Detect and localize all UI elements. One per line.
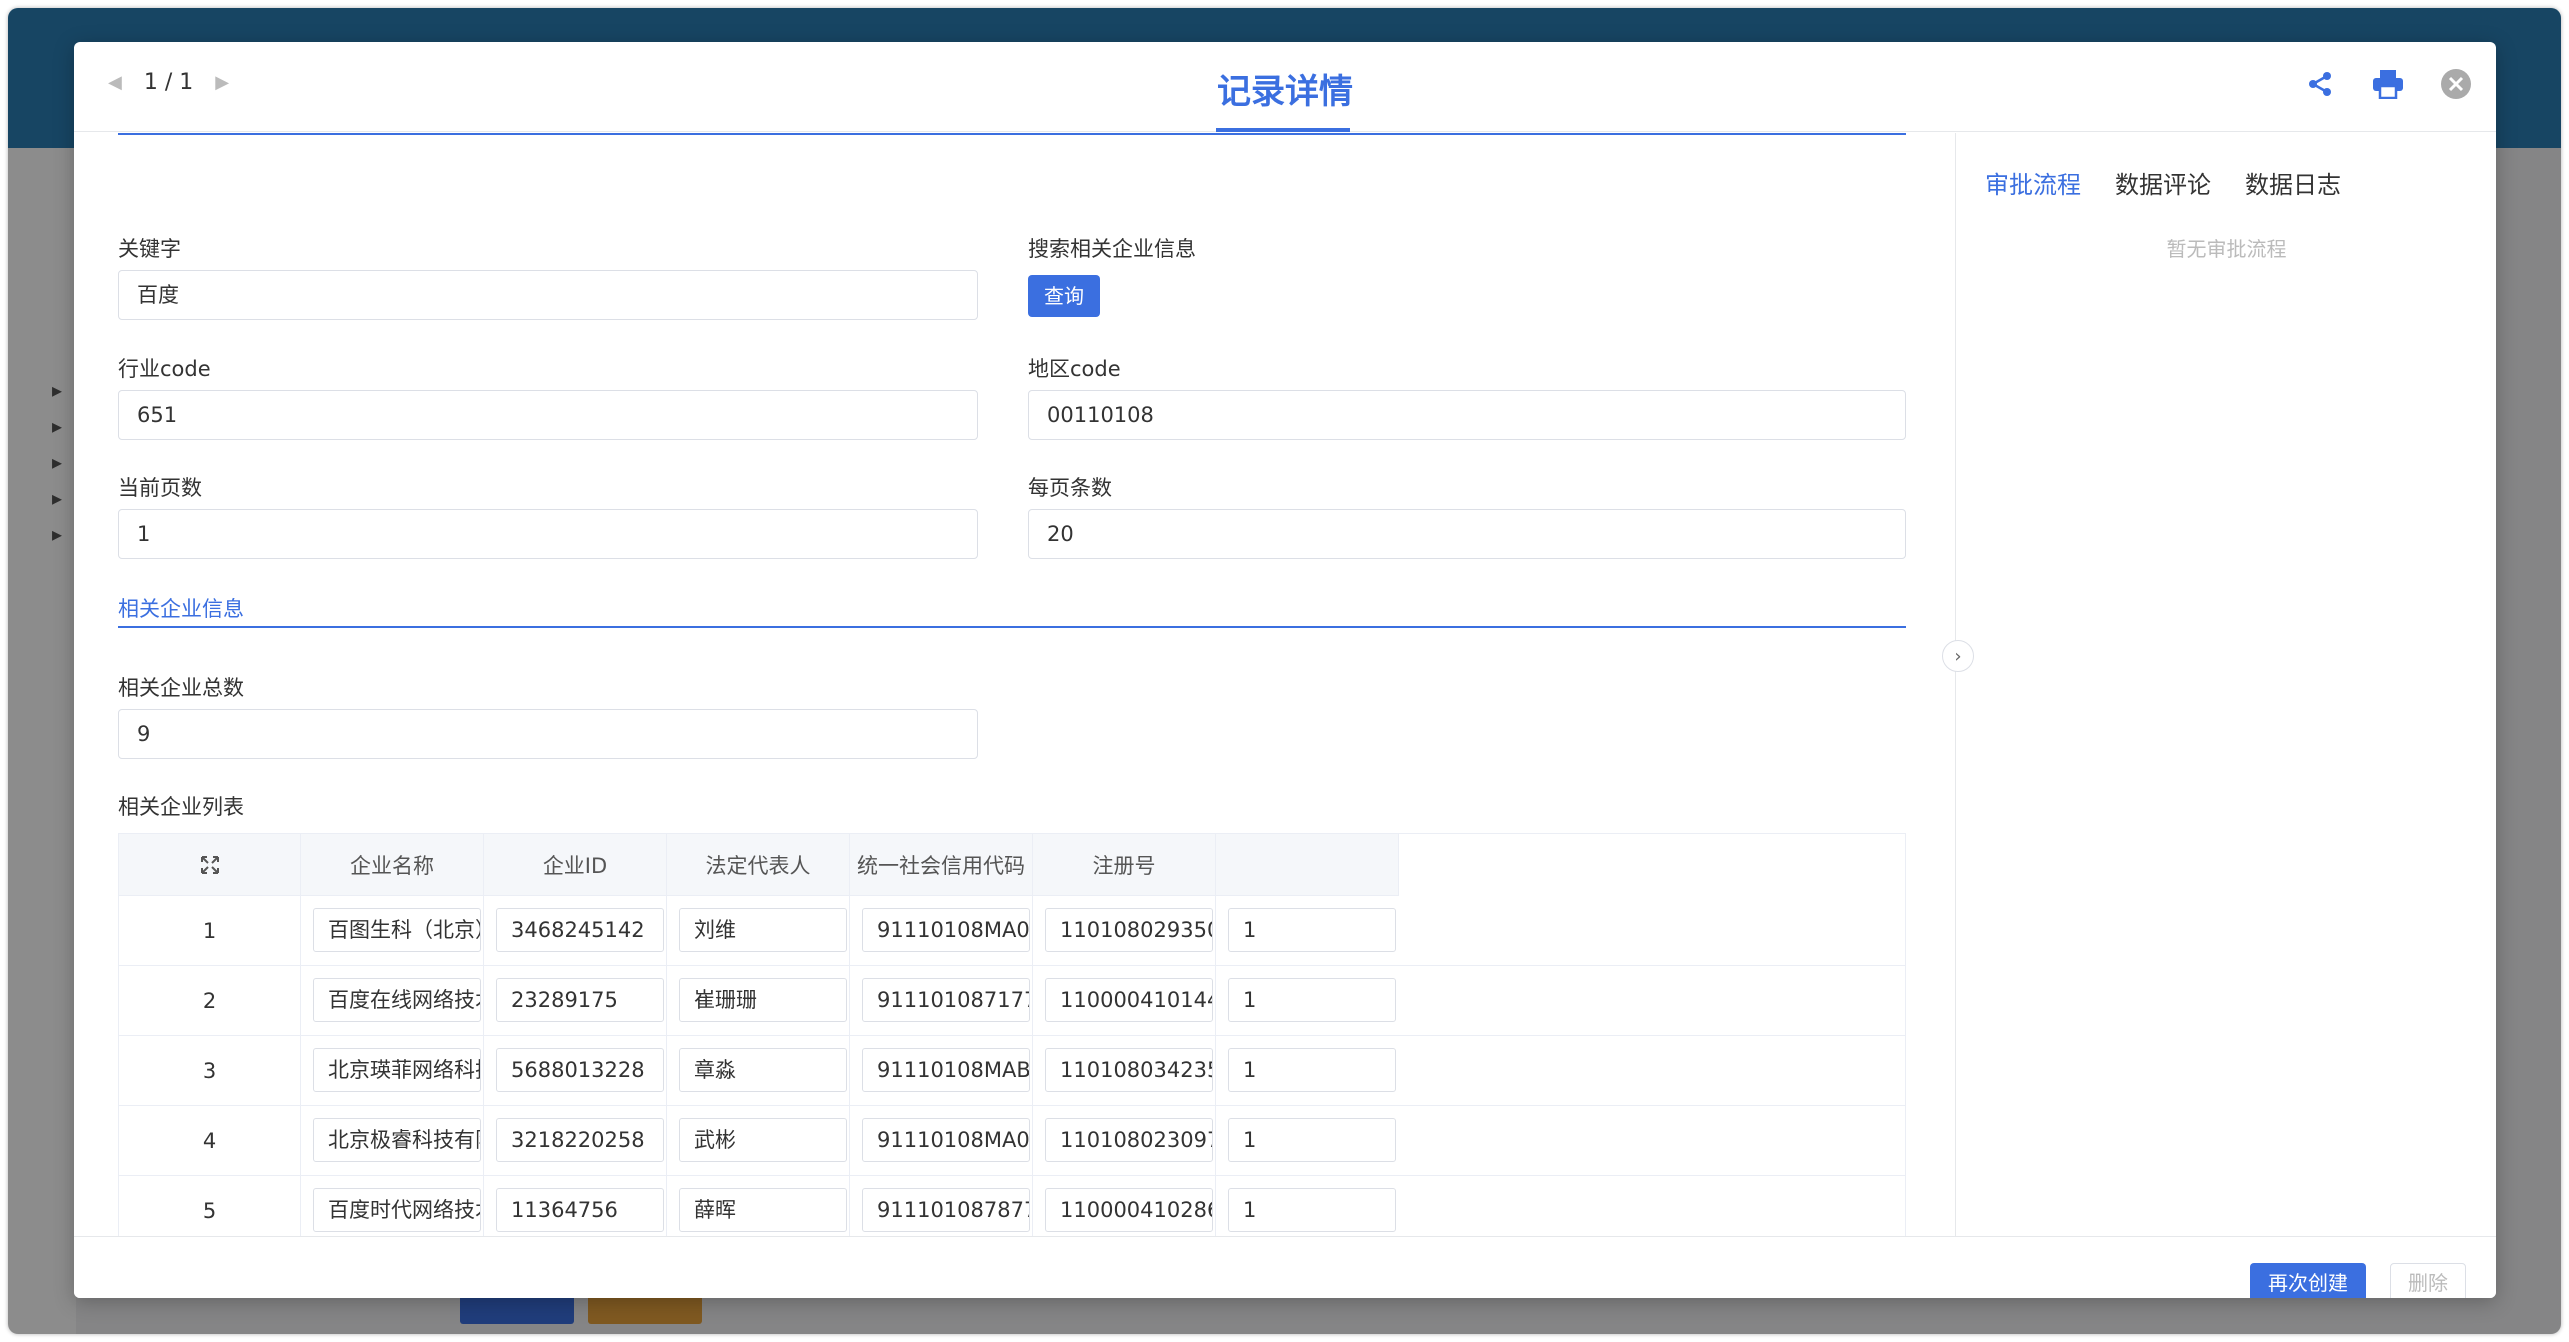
total-field[interactable]: 9: [118, 709, 978, 759]
column-header[interactable]: 统一社会信用代码: [850, 834, 1033, 896]
company-table: 企业名称 企业ID 法定代表人 统一社会信用代码 注册号 1 百图生科（北京）智…: [118, 833, 1906, 1237]
extra-field[interactable]: 1: [1228, 978, 1396, 1022]
company-id-field[interactable]: 11364756: [496, 1188, 664, 1232]
credit-code-field[interactable]: 91110108717743469K: [862, 978, 1030, 1022]
delete-button[interactable]: 删除: [2390, 1263, 2466, 1298]
section-divider: [118, 133, 1906, 135]
industry-code-label: 行业code: [118, 357, 211, 381]
keyword-label: 关键字: [118, 237, 181, 261]
reg-number-field[interactable]: 110000410286359: [1045, 1188, 1213, 1232]
table-row: 2 百度在线网络技术（北京） 23289175 崔珊珊 911101087177…: [119, 966, 1905, 1036]
tab-data-log[interactable]: 数据日志: [2245, 165, 2341, 200]
column-header[interactable]: 注册号: [1033, 834, 1216, 896]
reg-number-field[interactable]: 110108023097164: [1045, 1118, 1213, 1162]
company-list-label: 相关企业列表: [118, 795, 244, 819]
column-header[interactable]: 法定代表人: [667, 834, 850, 896]
per-page-field[interactable]: 20: [1028, 509, 1906, 559]
reg-number-field[interactable]: 110108029350468: [1045, 908, 1213, 952]
search-label: 搜索相关企业信息: [1028, 237, 1196, 261]
row-index: 5: [119, 1176, 301, 1237]
company-name-field[interactable]: 北京瑛菲网络科技有限公司: [313, 1048, 481, 1092]
tab-data-comments[interactable]: 数据评论: [2115, 165, 2211, 200]
table-row: 5 百度时代网络技术（北京） 11364756 薛晖 9111010878775…: [119, 1176, 1905, 1237]
side-panel: 审批流程 数据评论 数据日志 暂无审批流程: [1957, 133, 2496, 1237]
extra-field[interactable]: 1: [1228, 1188, 1396, 1232]
company-name-field[interactable]: 北京极睿科技有限责任公司: [313, 1118, 481, 1162]
current-page-field[interactable]: 1: [118, 509, 978, 559]
column-header[interactable]: 企业名称: [301, 834, 484, 896]
reg-number-field[interactable]: 110000410144104: [1045, 978, 1213, 1022]
legal-rep-field[interactable]: 武彬: [679, 1118, 847, 1162]
legal-rep-field[interactable]: 崔珊珊: [679, 978, 847, 1022]
current-page-label: 当前页数: [118, 476, 202, 500]
section-divider: [118, 626, 1906, 628]
table-row: 1 百图生科（北京）智能技术 3468245142 刘维 91110108MA0…: [119, 896, 1905, 966]
share-icon[interactable]: [2302, 66, 2338, 102]
credit-code-field[interactable]: 911101087877515792: [862, 1188, 1030, 1232]
total-label: 相关企业总数: [118, 676, 244, 700]
side-tabs: 审批流程 数据评论 数据日志: [1985, 165, 2341, 200]
company-id-field[interactable]: 3218220258: [496, 1118, 664, 1162]
extra-field[interactable]: 1: [1228, 1048, 1396, 1092]
region-code-label: 地区code: [1028, 357, 1121, 381]
credit-code-field[interactable]: 91110108MA01UDXK04: [862, 908, 1030, 952]
extra-field[interactable]: 1: [1228, 908, 1396, 952]
company-id-field[interactable]: 5688013228: [496, 1048, 664, 1092]
per-page-label: 每页条数: [1028, 476, 1112, 500]
legal-rep-field[interactable]: 刘维: [679, 908, 847, 952]
record-detail-modal: ◀ 1 / 1 ▶ 记录详情 关键字 百度 搜索相关企业信息 查询 行业code…: [74, 42, 2496, 1298]
print-icon[interactable]: [2370, 66, 2406, 102]
row-index: 3: [119, 1036, 301, 1106]
company-id-field[interactable]: 3468245142: [496, 908, 664, 952]
header-actions: [2302, 66, 2474, 102]
credit-code-field[interactable]: 91110108MA00CK5M9E: [862, 1118, 1030, 1162]
modal-header: ◀ 1 / 1 ▶ 记录详情: [74, 42, 2496, 132]
column-header[interactable]: [1216, 834, 1399, 896]
industry-code-field[interactable]: 651: [118, 390, 978, 440]
credit-code-field[interactable]: 91110108MABXHQXU6D: [862, 1048, 1030, 1092]
recreate-button[interactable]: 再次创建: [2250, 1263, 2366, 1298]
keyword-field[interactable]: 百度: [118, 270, 978, 320]
table-row: 4 北京极睿科技有限责任公司 3218220258 武彬 91110108MA0…: [119, 1106, 1905, 1176]
company-name-field[interactable]: 百度在线网络技术（北京）: [313, 978, 481, 1022]
record-form: 关键字 百度 搜索相关企业信息 查询 行业code 651 地区code 001…: [74, 133, 1956, 1237]
legal-rep-field[interactable]: 章淼: [679, 1048, 847, 1092]
row-index: 1: [119, 896, 301, 966]
company-name-field[interactable]: 百度时代网络技术（北京）: [313, 1188, 481, 1232]
table-row: 3 北京瑛菲网络科技有限公司 5688013228 章淼 91110108MAB…: [119, 1036, 1905, 1106]
region-code-field[interactable]: 00110108: [1028, 390, 1906, 440]
column-header[interactable]: 企业ID: [484, 834, 667, 896]
empty-approval-text: 暂无审批流程: [2166, 237, 2287, 261]
row-index: 2: [119, 966, 301, 1036]
title-underline: [1216, 128, 1350, 132]
company-name-field[interactable]: 百图生科（北京）智能技术: [313, 908, 481, 952]
legal-rep-field[interactable]: 薛晖: [679, 1188, 847, 1232]
section-title: 相关企业信息: [118, 597, 244, 621]
company-id-field[interactable]: 23289175: [496, 978, 664, 1022]
modal-title: 记录详情: [1217, 72, 1353, 112]
expand-icon[interactable]: [119, 834, 301, 896]
row-index: 4: [119, 1106, 301, 1176]
extra-field[interactable]: 1: [1228, 1118, 1396, 1162]
reg-number-field[interactable]: 110108034235208: [1045, 1048, 1213, 1092]
close-icon[interactable]: [2438, 66, 2474, 102]
query-button[interactable]: 查询: [1028, 275, 1100, 317]
tab-approval-flow[interactable]: 审批流程: [1985, 165, 2081, 200]
modal-footer: 再次创建 删除: [74, 1236, 2496, 1298]
